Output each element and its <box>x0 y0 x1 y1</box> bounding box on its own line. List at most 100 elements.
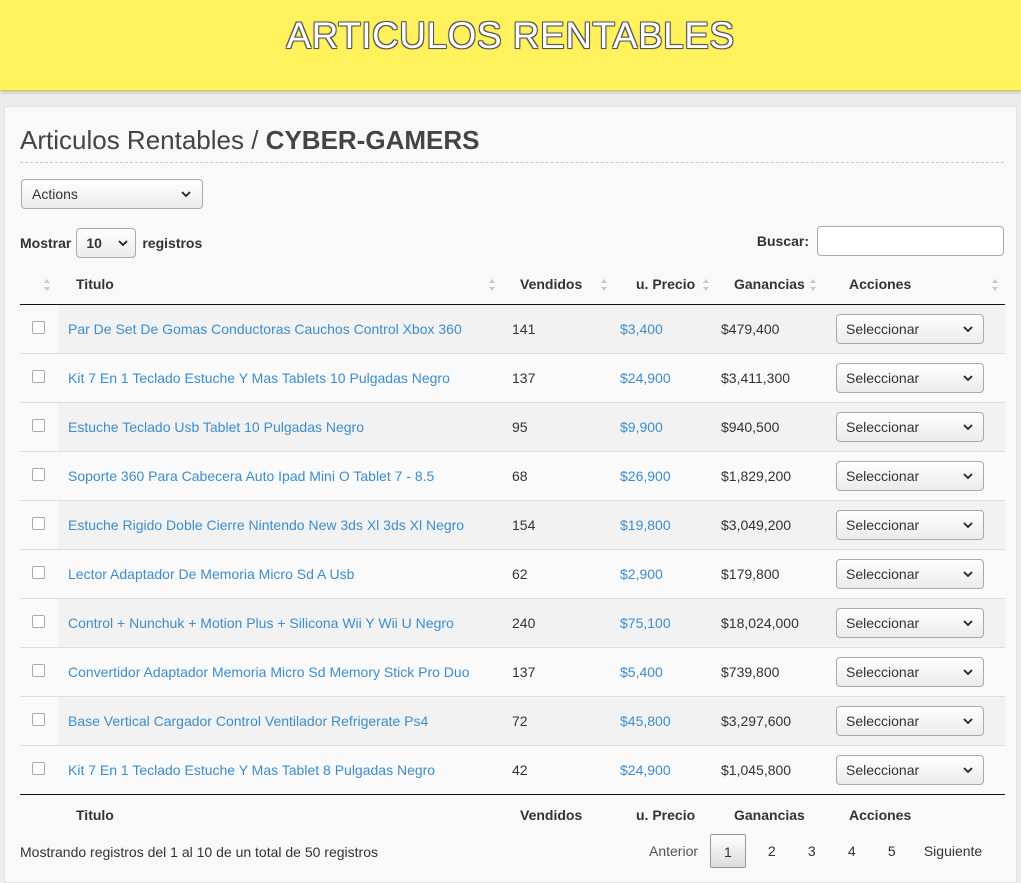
price-link[interactable]: $5,400 <box>620 664 663 680</box>
row-action-label: Seleccionar <box>846 615 920 631</box>
column-header-select[interactable] <box>20 264 58 305</box>
vendidos-cell: 42 <box>502 745 610 795</box>
product-link[interactable]: Par De Set De Gomas Conductoras Cauchos … <box>68 321 462 337</box>
price-link[interactable]: $24,900 <box>620 370 671 386</box>
price-link[interactable]: $3,400 <box>620 321 663 337</box>
ganancias-cell: $18,024,000 <box>710 598 825 648</box>
row-action-select[interactable]: Seleccionar <box>836 510 984 540</box>
product-link[interactable]: Estuche Rigido Doble Cierre Nintendo New… <box>68 517 464 533</box>
vendidos-cell: 72 <box>502 696 610 746</box>
row-action-select[interactable]: Seleccionar <box>836 314 984 344</box>
page-length-prefix: Mostrar <box>20 235 72 251</box>
column-header-titulo[interactable]: Titulo <box>58 264 502 305</box>
pagination-page[interactable]: 3 <box>792 834 832 868</box>
acciones-cell: Seleccionar <box>825 598 1005 648</box>
ganancias-cell: $3,297,600 <box>710 696 825 746</box>
pagination-page[interactable]: 5 <box>872 834 912 868</box>
chevron-down-icon <box>963 620 973 627</box>
titulo-cell: Convertidor Adaptador Memoria Micro Sd M… <box>58 647 502 697</box>
row-checkbox[interactable] <box>32 615 45 628</box>
table-header-row: Titulo Vendidos u. Precio Ganancias Acci… <box>20 264 1005 305</box>
page-title-prefix: Articulos Rentables / <box>20 125 266 155</box>
column-header-precio[interactable]: u. Precio <box>610 264 710 305</box>
pagination: Anterior 1 2 3 4 5 Siguiente <box>641 834 994 868</box>
product-link[interactable]: Convertidor Adaptador Memoria Micro Sd M… <box>68 664 469 680</box>
product-link[interactable]: Base Vertical Cargador Control Ventilado… <box>68 713 428 729</box>
row-action-select[interactable]: Seleccionar <box>836 706 984 736</box>
pagination-page-current[interactable]: 1 <box>710 834 746 868</box>
price-link[interactable]: $24,900 <box>620 762 671 778</box>
row-action-select[interactable]: Seleccionar <box>836 559 984 589</box>
acciones-cell: Seleccionar <box>825 745 1005 795</box>
pagination-next[interactable]: Siguiente <box>912 834 994 868</box>
row-checkbox[interactable] <box>32 419 45 432</box>
column-header-label: Ganancias <box>734 276 805 292</box>
row-select-cell <box>20 451 58 501</box>
pagination-prev[interactable]: Anterior <box>641 834 710 868</box>
bulk-actions-select[interactable]: Actions <box>21 179 203 209</box>
row-checkbox[interactable] <box>32 468 45 481</box>
row-checkbox[interactable] <box>32 713 45 726</box>
price-link[interactable]: $9,900 <box>620 419 663 435</box>
column-header-vendidos[interactable]: Vendidos <box>502 264 610 305</box>
row-action-label: Seleccionar <box>846 517 920 533</box>
table-row: Estuche Teclado Usb Tablet 10 Pulgadas N… <box>20 402 1005 452</box>
row-checkbox[interactable] <box>32 370 45 383</box>
price-link[interactable]: $45,800 <box>620 713 671 729</box>
page-length-control: Mostrar 10 registros <box>20 228 202 258</box>
page-length-select[interactable]: 10 <box>76 228 137 258</box>
titulo-cell: Kit 7 En 1 Teclado Estuche Y Mas Tablets… <box>58 353 502 403</box>
row-select-cell <box>20 353 58 403</box>
row-checkbox[interactable] <box>32 517 45 530</box>
row-checkbox[interactable] <box>32 321 45 334</box>
product-link[interactable]: Estuche Teclado Usb Tablet 10 Pulgadas N… <box>68 419 364 435</box>
chevron-down-icon <box>963 767 973 774</box>
row-action-select[interactable]: Seleccionar <box>836 412 984 442</box>
column-header-label: Acciones <box>849 276 912 292</box>
titulo-cell: Base Vertical Cargador Control Ventilado… <box>58 696 502 746</box>
row-action-label: Seleccionar <box>846 762 920 778</box>
column-header-ganancias[interactable]: Ganancias <box>710 264 825 305</box>
page-title: Articulos Rentables / CYBER-GAMERS <box>20 125 479 156</box>
row-checkbox[interactable] <box>32 762 45 775</box>
row-action-label: Seleccionar <box>846 713 920 729</box>
page-length-suffix: registros <box>142 235 203 251</box>
row-action-select[interactable]: Seleccionar <box>836 755 984 785</box>
footer-cell-vendidos: Vendidos <box>502 794 610 835</box>
search-control: Buscar: <box>757 226 1004 256</box>
row-action-select[interactable]: Seleccionar <box>836 657 984 687</box>
product-link[interactable]: Lector Adaptador De Memoria Micro Sd A U… <box>68 566 354 582</box>
chevron-down-icon <box>963 522 973 529</box>
row-select-cell <box>20 598 58 648</box>
precio-cell: $19,800 <box>610 500 710 550</box>
footer-column-label: Acciones <box>849 807 912 823</box>
chevron-down-icon <box>963 669 973 676</box>
footer-column-label: Ganancias <box>734 807 805 823</box>
row-checkbox[interactable] <box>32 664 45 677</box>
row-action-select[interactable]: Seleccionar <box>836 461 984 491</box>
pagination-page[interactable]: 4 <box>832 834 872 868</box>
row-action-select[interactable]: Seleccionar <box>836 608 984 638</box>
acciones-cell: Seleccionar <box>825 402 1005 452</box>
product-link[interactable]: Control + Nunchuk + Motion Plus + Silico… <box>68 615 454 631</box>
price-link[interactable]: $2,900 <box>620 566 663 582</box>
acciones-cell: Seleccionar <box>825 451 1005 501</box>
column-header-acciones[interactable]: Acciones <box>825 264 1005 305</box>
ganancias-cell: $940,500 <box>710 402 825 452</box>
chevron-down-icon <box>963 718 973 725</box>
pagination-page[interactable]: 2 <box>752 834 792 868</box>
banner-title: ARTICULOS RENTABLES <box>286 15 735 56</box>
search-input[interactable] <box>817 226 1004 256</box>
sort-icon <box>489 279 495 291</box>
acciones-cell: Seleccionar <box>825 353 1005 403</box>
product-link[interactable]: Kit 7 En 1 Teclado Estuche Y Mas Tablets… <box>68 370 450 386</box>
row-checkbox[interactable] <box>32 566 45 579</box>
product-link[interactable]: Kit 7 En 1 Teclado Estuche Y Mas Tablet … <box>68 762 435 778</box>
price-link[interactable]: $75,100 <box>620 615 671 631</box>
product-link[interactable]: Soporte 360 Para Cabecera Auto Ipad Mini… <box>68 468 434 484</box>
row-action-select[interactable]: Seleccionar <box>836 363 984 393</box>
vendidos-cell: 95 <box>502 402 610 452</box>
price-link[interactable]: $19,800 <box>620 517 671 533</box>
price-link[interactable]: $26,900 <box>620 468 671 484</box>
row-select-cell <box>20 647 58 697</box>
